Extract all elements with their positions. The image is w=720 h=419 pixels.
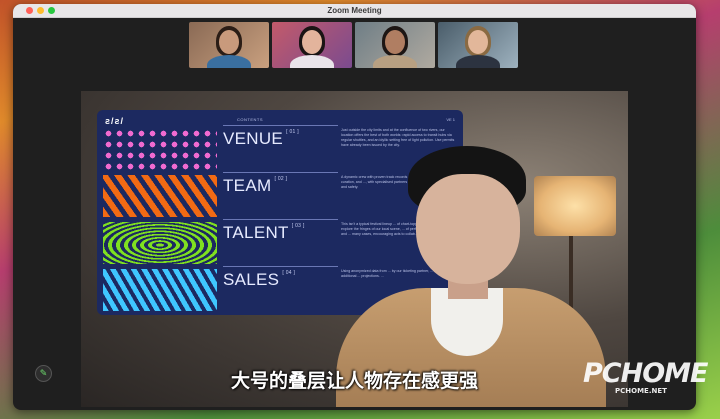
participant-thumbnail[interactable] bbox=[355, 22, 435, 68]
row-label: TALENT[ 03 ] bbox=[223, 223, 305, 243]
participant-strip bbox=[189, 22, 518, 68]
video-subtitle: 大号的叠层让人物存在感更强 bbox=[230, 370, 478, 392]
row-number: [ 03 ] bbox=[291, 223, 305, 229]
zigzag-pattern bbox=[103, 175, 217, 217]
watermark-url: PCHOME.NET bbox=[615, 387, 667, 395]
row-title: VENUE bbox=[223, 129, 284, 148]
wave-pattern bbox=[103, 222, 217, 264]
pencil-icon: ✎ bbox=[39, 368, 48, 378]
row-divider bbox=[223, 125, 338, 126]
participant-face bbox=[468, 30, 488, 54]
row-label: VENUE[ 01 ] bbox=[223, 129, 299, 149]
watermark: PCHOME PCHOME.NET bbox=[583, 358, 713, 413]
row-title: TALENT bbox=[223, 223, 289, 242]
main-video-stage: ƨ/ƨ/ CONTENTS VE 1 VENUE[ 01 ] Just outs… bbox=[81, 91, 628, 407]
participant-thumbnail[interactable] bbox=[272, 22, 352, 68]
row-number: [ 04 ] bbox=[282, 270, 296, 276]
row-label: TEAM[ 02 ] bbox=[223, 176, 287, 196]
row-title: SALES bbox=[223, 270, 280, 289]
participant-face bbox=[385, 30, 405, 54]
participant-shoulders bbox=[290, 55, 334, 68]
participant-shoulders bbox=[207, 55, 251, 68]
annotate-button[interactable]: ✎ bbox=[35, 365, 52, 382]
participant-face bbox=[219, 30, 239, 54]
dots-pattern bbox=[103, 128, 217, 170]
row-number: [ 02 ] bbox=[274, 176, 288, 182]
participant-shoulders bbox=[456, 55, 500, 68]
row-label: SALES[ 04 ] bbox=[223, 270, 295, 290]
watermark-brand: PCHOME bbox=[583, 358, 708, 389]
slide-logo: ƨ/ƨ/ bbox=[105, 116, 125, 126]
slide-contents-label: CONTENTS bbox=[237, 117, 263, 122]
participant-thumbnail[interactable] bbox=[189, 22, 269, 68]
row-description: Just outside the city limits and at the … bbox=[341, 128, 455, 147]
presenter-face bbox=[416, 174, 520, 284]
participant-shoulders bbox=[373, 55, 417, 68]
title-bar: Zoom Meeting bbox=[13, 4, 696, 18]
participant-face bbox=[302, 30, 322, 54]
zoom-window: Zoom Meeting ƨ/ƨ/ CONTENTS VE 1 VENUE [… bbox=[13, 4, 696, 410]
stripes-pattern bbox=[103, 269, 217, 311]
participant-thumbnail[interactable] bbox=[438, 22, 518, 68]
row-title: TEAM bbox=[223, 176, 272, 195]
slide-volume-label: VE 1 bbox=[446, 117, 455, 122]
row-number: [ 01 ] bbox=[286, 129, 299, 135]
window-title: Zoom Meeting bbox=[327, 6, 382, 15]
